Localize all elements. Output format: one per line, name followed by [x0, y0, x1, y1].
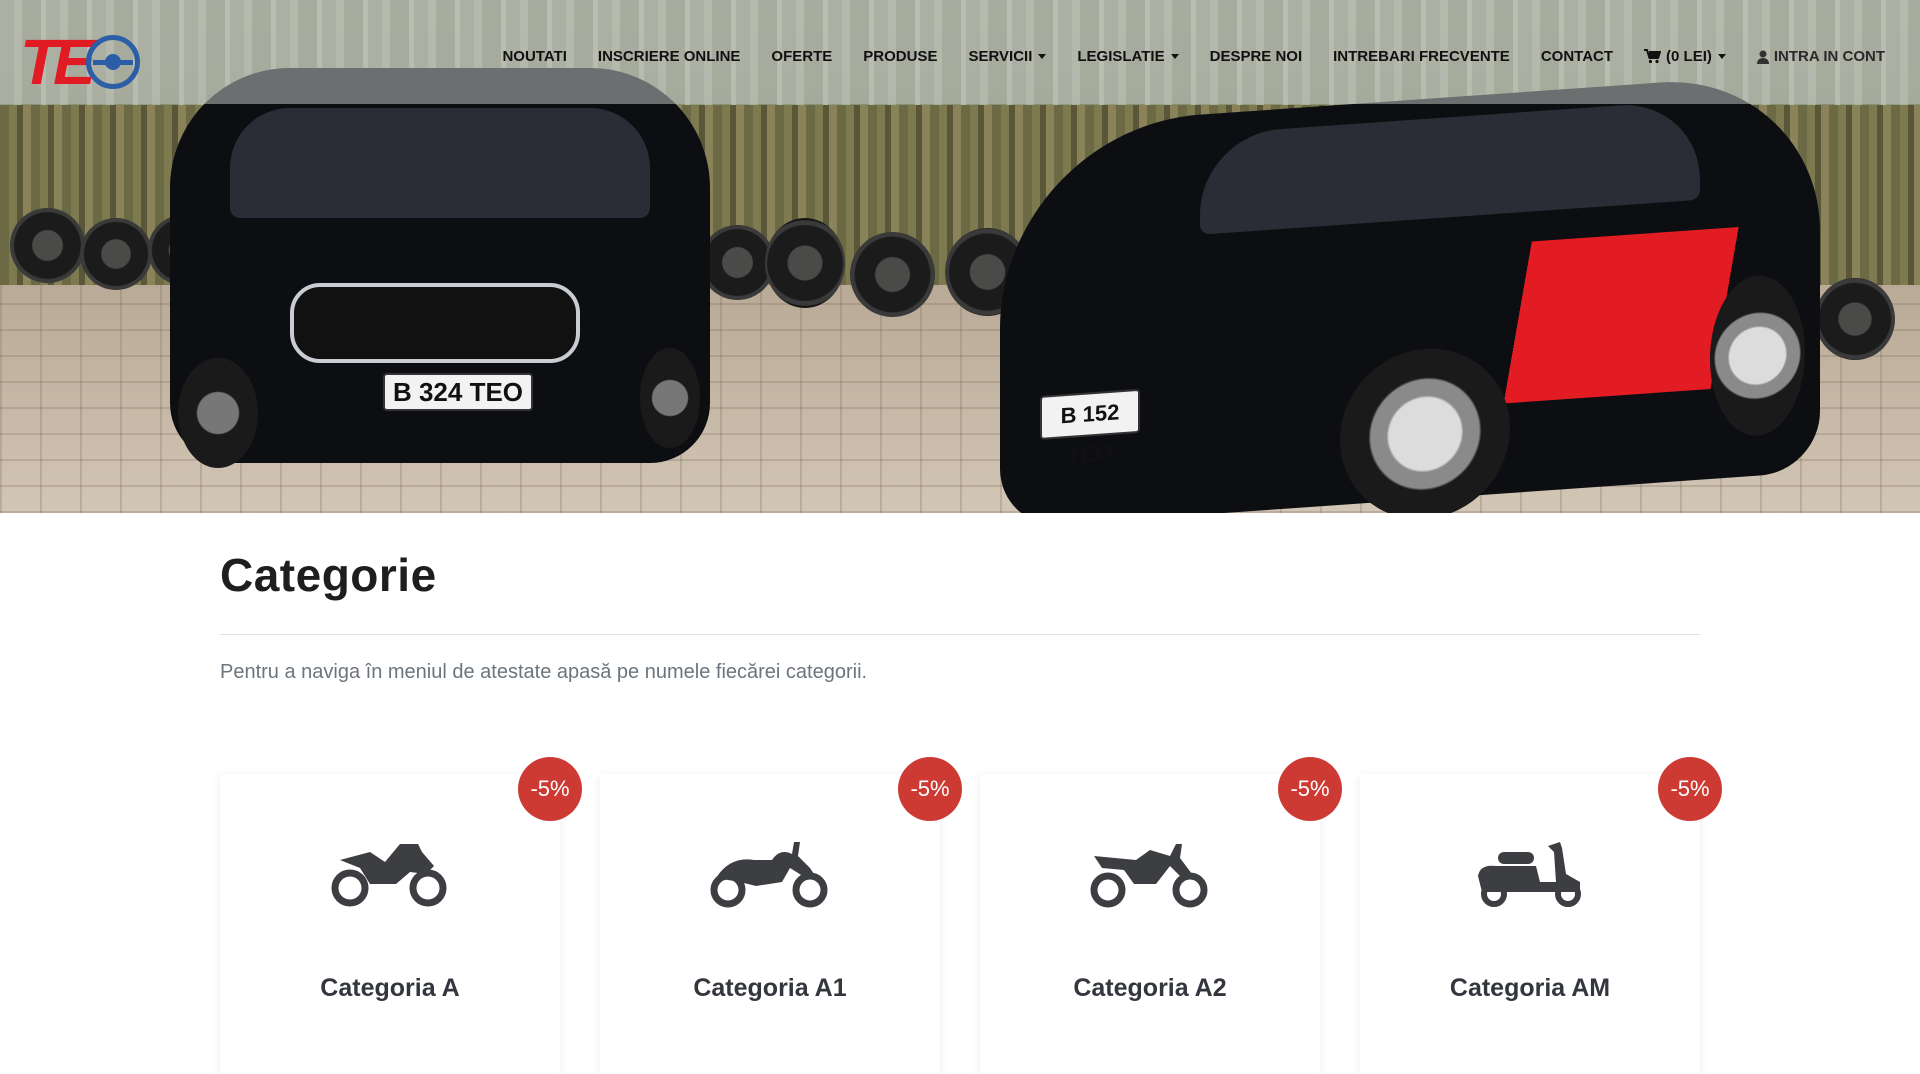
chevron-down-icon [1717, 54, 1726, 59]
steering-wheel-icon [85, 35, 140, 89]
nav-item-noutati[interactable]: NOUTATI [502, 48, 566, 65]
user-icon [1756, 50, 1769, 64]
account-label: INTRA IN CONT [1773, 48, 1885, 65]
discount-badge: -5% [518, 757, 582, 821]
license-plate: B 152 TEO [1040, 388, 1140, 468]
cart-total: (0 LEI) [1666, 48, 1712, 65]
nav-item-contact[interactable]: CONTACT [1541, 48, 1613, 65]
category-label[interactable]: Categoria A [220, 974, 560, 1003]
tire-image [80, 218, 152, 290]
tire-image [850, 232, 935, 317]
category-card-am[interactable]: Categoria AM [1360, 774, 1700, 1074]
cruiser-motorcycle-icon [710, 842, 828, 908]
category-label[interactable]: Categoria AM [1360, 974, 1700, 1003]
page-description: Pentru a naviga în meniul de atestate ap… [220, 661, 868, 683]
license-plate: B 324 TEO [383, 373, 533, 411]
tire-image [10, 208, 85, 283]
dirt-bike-icon [1090, 844, 1208, 908]
page-title: Categorie [220, 549, 437, 601]
main-menu: NOUTATI INSCRIERE ONLINE OFERTE PRODUSE … [471, 48, 1885, 65]
nav-item-oferte[interactable]: OFERTE [771, 48, 832, 65]
scooter-icon [1478, 842, 1581, 907]
discount-badge: -5% [1658, 757, 1722, 821]
nav-item-inscriere-online[interactable]: INSCRIERE ONLINE [598, 48, 741, 65]
car-left-image: B 324 TEO [170, 68, 710, 468]
category-card-a2[interactable]: Categoria A2 [980, 774, 1320, 1074]
nav-item-intrebari-frecvente[interactable]: INTREBARI FRECVENTE [1333, 48, 1510, 65]
car-right-image: B 152 TEO [1000, 71, 1820, 513]
chevron-down-icon [1170, 54, 1179, 59]
category-card-a[interactable]: Categoria A [220, 774, 560, 1074]
nav-cart[interactable]: (0 LEI) [1644, 48, 1726, 65]
category-label[interactable]: Categoria A1 [600, 974, 940, 1003]
nav-item-produse[interactable]: PRODUSE [863, 48, 937, 65]
nav-item-legislatie[interactable]: LEGISLATIE [1077, 48, 1179, 65]
category-card-a1[interactable]: Categoria A1 [600, 774, 940, 1074]
site-logo[interactable]: TE [20, 26, 140, 98]
cart-icon [1644, 49, 1662, 64]
discount-badge: -5% [1278, 757, 1342, 821]
tire-image [1815, 278, 1895, 360]
discount-badge: -5% [898, 757, 962, 821]
nav-item-servicii[interactable]: SERVICII [968, 48, 1047, 65]
nav-item-despre-noi[interactable]: DESPRE NOI [1210, 48, 1303, 65]
logo-text: TE [20, 26, 96, 98]
category-label[interactable]: Categoria A2 [980, 974, 1320, 1003]
tire-image [700, 225, 775, 300]
nav-account[interactable]: INTRA IN CONT [1756, 48, 1885, 65]
sport-motorcycle-icon [331, 844, 447, 907]
top-navbar: TE NOUTATI INSCRIERE ONLINE OFERTE PRODU… [0, 0, 1920, 104]
tire-image [765, 218, 845, 308]
title-divider [220, 634, 1700, 635]
chevron-down-icon [1038, 54, 1047, 59]
